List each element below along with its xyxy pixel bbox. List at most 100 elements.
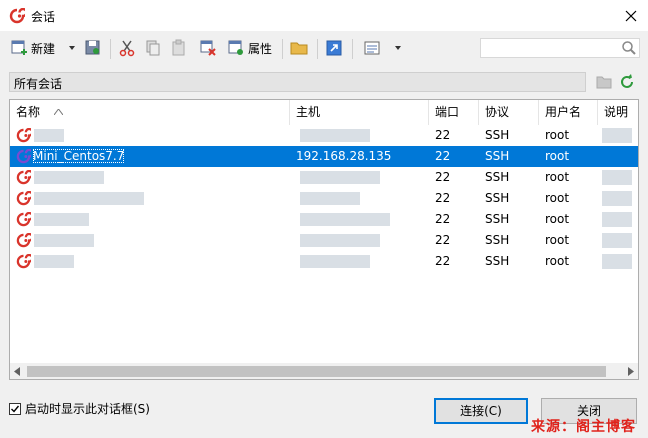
session-row[interactable]: 22 SSH root [10, 188, 638, 209]
toolbar-separator [317, 39, 318, 59]
session-row[interactable]: 22 SSH root [10, 125, 638, 146]
toolbar-separator [352, 39, 353, 59]
dropdown-arrow-icon [395, 46, 401, 50]
redacted-name [34, 129, 64, 142]
new-folder-button[interactable] [290, 37, 308, 59]
title-bar: 会话 [0, 0, 648, 31]
session-user: root [545, 128, 570, 142]
save-icon [85, 40, 100, 55]
redacted-host [300, 213, 390, 226]
properties-label: 属性 [248, 41, 273, 56]
paste-button[interactable] [170, 37, 188, 59]
column-header-name[interactable]: 名称 [10, 100, 290, 125]
session-name: Mini_Centos7.7 [33, 149, 125, 163]
folder-label: 所有会话 [14, 77, 63, 91]
redacted-description [602, 212, 632, 227]
session-protocol: SSH [485, 212, 510, 226]
scroll-left-icon[interactable] [14, 367, 20, 376]
search-input[interactable] [480, 38, 640, 58]
column-header-user[interactable]: 用户名 [539, 100, 598, 125]
copy-button[interactable] [144, 37, 162, 59]
redacted-name [34, 213, 89, 226]
scrollbar-thumb[interactable] [27, 366, 606, 377]
column-header-port[interactable]: 端口 [429, 100, 479, 125]
redacted-host [300, 192, 360, 205]
new-session-label: 新建 [31, 41, 56, 56]
redacted-name [34, 171, 104, 184]
show-on-startup-checkbox[interactable] [9, 402, 21, 415]
close-window-button[interactable] [614, 0, 648, 31]
view-button[interactable] [363, 37, 381, 59]
session-host: 192.168.28.135 [296, 149, 392, 163]
session-port: 22 [435, 254, 451, 268]
new-session-button[interactable]: 新建 [10, 37, 55, 59]
window-title: 会话 [31, 10, 56, 24]
redacted-description [602, 233, 632, 248]
session-port: 22 [435, 128, 451, 142]
redacted-name [34, 192, 144, 205]
session-port: 22 [435, 212, 451, 226]
properties-icon [228, 40, 243, 55]
session-row[interactable]: 22 SSH root [10, 167, 638, 188]
save-button[interactable] [84, 37, 102, 59]
horizontal-scrollbar[interactable] [10, 363, 638, 379]
new-folder-icon [290, 42, 308, 55]
new-session-dropdown[interactable] [67, 37, 77, 59]
session-icon [16, 128, 31, 143]
column-header-description[interactable]: 说明 [598, 100, 638, 125]
toolbar-separator [110, 39, 111, 59]
session-protocol: SSH [485, 233, 510, 247]
session-user: root [545, 191, 570, 205]
toolbar-separator [282, 39, 283, 59]
redacted-name [34, 255, 74, 268]
new-session-icon [11, 40, 27, 55]
redacted-host [300, 255, 370, 268]
shortcut-icon [326, 40, 342, 56]
column-header-host[interactable]: 主机 [290, 100, 429, 125]
cut-button[interactable] [118, 37, 136, 59]
show-on-startup-option[interactable]: 启动时显示此对话框(S) [9, 400, 150, 417]
session-protocol: SSH [485, 128, 510, 142]
session-icon [9, 8, 25, 24]
properties-button[interactable]: 属性 [227, 37, 272, 59]
sort-asc-icon [54, 109, 63, 115]
session-row[interactable]: 22 SSH root [10, 209, 638, 230]
delete-icon [200, 40, 216, 56]
checkmark-icon [11, 405, 20, 413]
scroll-right-icon[interactable] [628, 367, 634, 376]
show-on-startup-label: 启动时显示此对话框(S) [25, 402, 150, 416]
view-icon [364, 41, 380, 55]
session-user: root [545, 149, 570, 163]
redacted-description [602, 170, 632, 185]
session-protocol: SSH [485, 254, 510, 268]
folder-path-bar[interactable]: 所有会话 [9, 72, 586, 92]
refresh-icon[interactable] [619, 74, 635, 90]
session-row[interactable]: 22 SSH root [10, 251, 638, 272]
session-icon [16, 233, 31, 248]
session-row[interactable]: 22 SSH root [10, 230, 638, 251]
session-port: 22 [435, 149, 451, 163]
cut-icon [119, 40, 135, 57]
column-header-protocol[interactable]: 协议 [479, 100, 539, 125]
shortcut-button[interactable] [325, 37, 343, 59]
folder-icon[interactable] [596, 75, 612, 89]
redacted-name [34, 234, 94, 247]
session-user: root [545, 254, 570, 268]
session-protocol: SSH [485, 191, 510, 205]
session-port: 22 [435, 191, 451, 205]
redacted-description [602, 128, 632, 143]
session-protocol: SSH [485, 170, 510, 184]
session-icon [16, 254, 31, 269]
session-port: 22 [435, 233, 451, 247]
copy-icon [146, 40, 160, 56]
session-user: root [545, 212, 570, 226]
redacted-host [300, 234, 380, 247]
view-dropdown[interactable] [393, 37, 403, 59]
session-row[interactable]: Mini_Centos7.7 192.168.28.135 22 SSH root [10, 146, 638, 167]
delete-button[interactable] [199, 37, 217, 59]
connect-button[interactable]: 连接(C) [434, 398, 528, 424]
search-icon [622, 41, 636, 55]
session-protocol: SSH [485, 149, 510, 163]
session-list[interactable]: 名称 主机 端口 协议 用户名 说明 22 SSH root Mini_Centos7… [9, 99, 639, 380]
watermark-text: 来源：阁主博客 [531, 419, 636, 435]
